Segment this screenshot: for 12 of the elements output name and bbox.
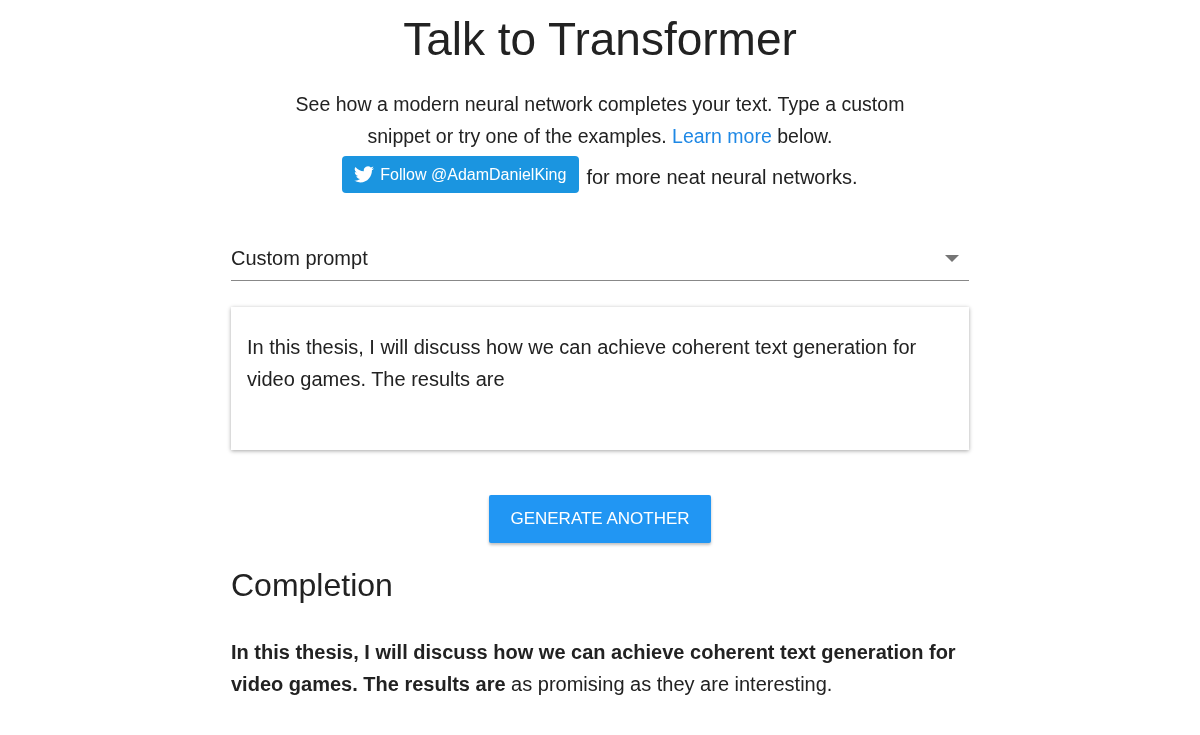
prompt-field[interactable]: In this thesis, I will discuss how we can achieve coherent text generation for video games. The results are <box>231 307 969 450</box>
generate-button[interactable]: GENERATE ANOTHER <box>489 495 711 543</box>
intro-text: See how a modern neural network completes your text. Type a custom snippet or try one of the examples. Learn more below. <box>294 92 906 149</box>
follow-suffix-text: for more neat neural networks. <box>586 165 858 189</box>
completion-text: In this thesis, I will discuss how we can achieve coherent text generation for video games. The results are as promising as they are interesting. <box>231 640 957 697</box>
learn-more-link[interactable]: Learn more <box>672 125 772 147</box>
follow-button[interactable]: Follow @AdamDanielKing <box>342 156 580 193</box>
completion-heading: Completion <box>231 567 393 604</box>
page-title: Talk to Transformer <box>403 12 797 66</box>
bird-icon <box>354 166 375 183</box>
caret-icon <box>945 255 959 262</box>
prompt-dropdown[interactable]: Custom prompt <box>231 247 969 281</box>
